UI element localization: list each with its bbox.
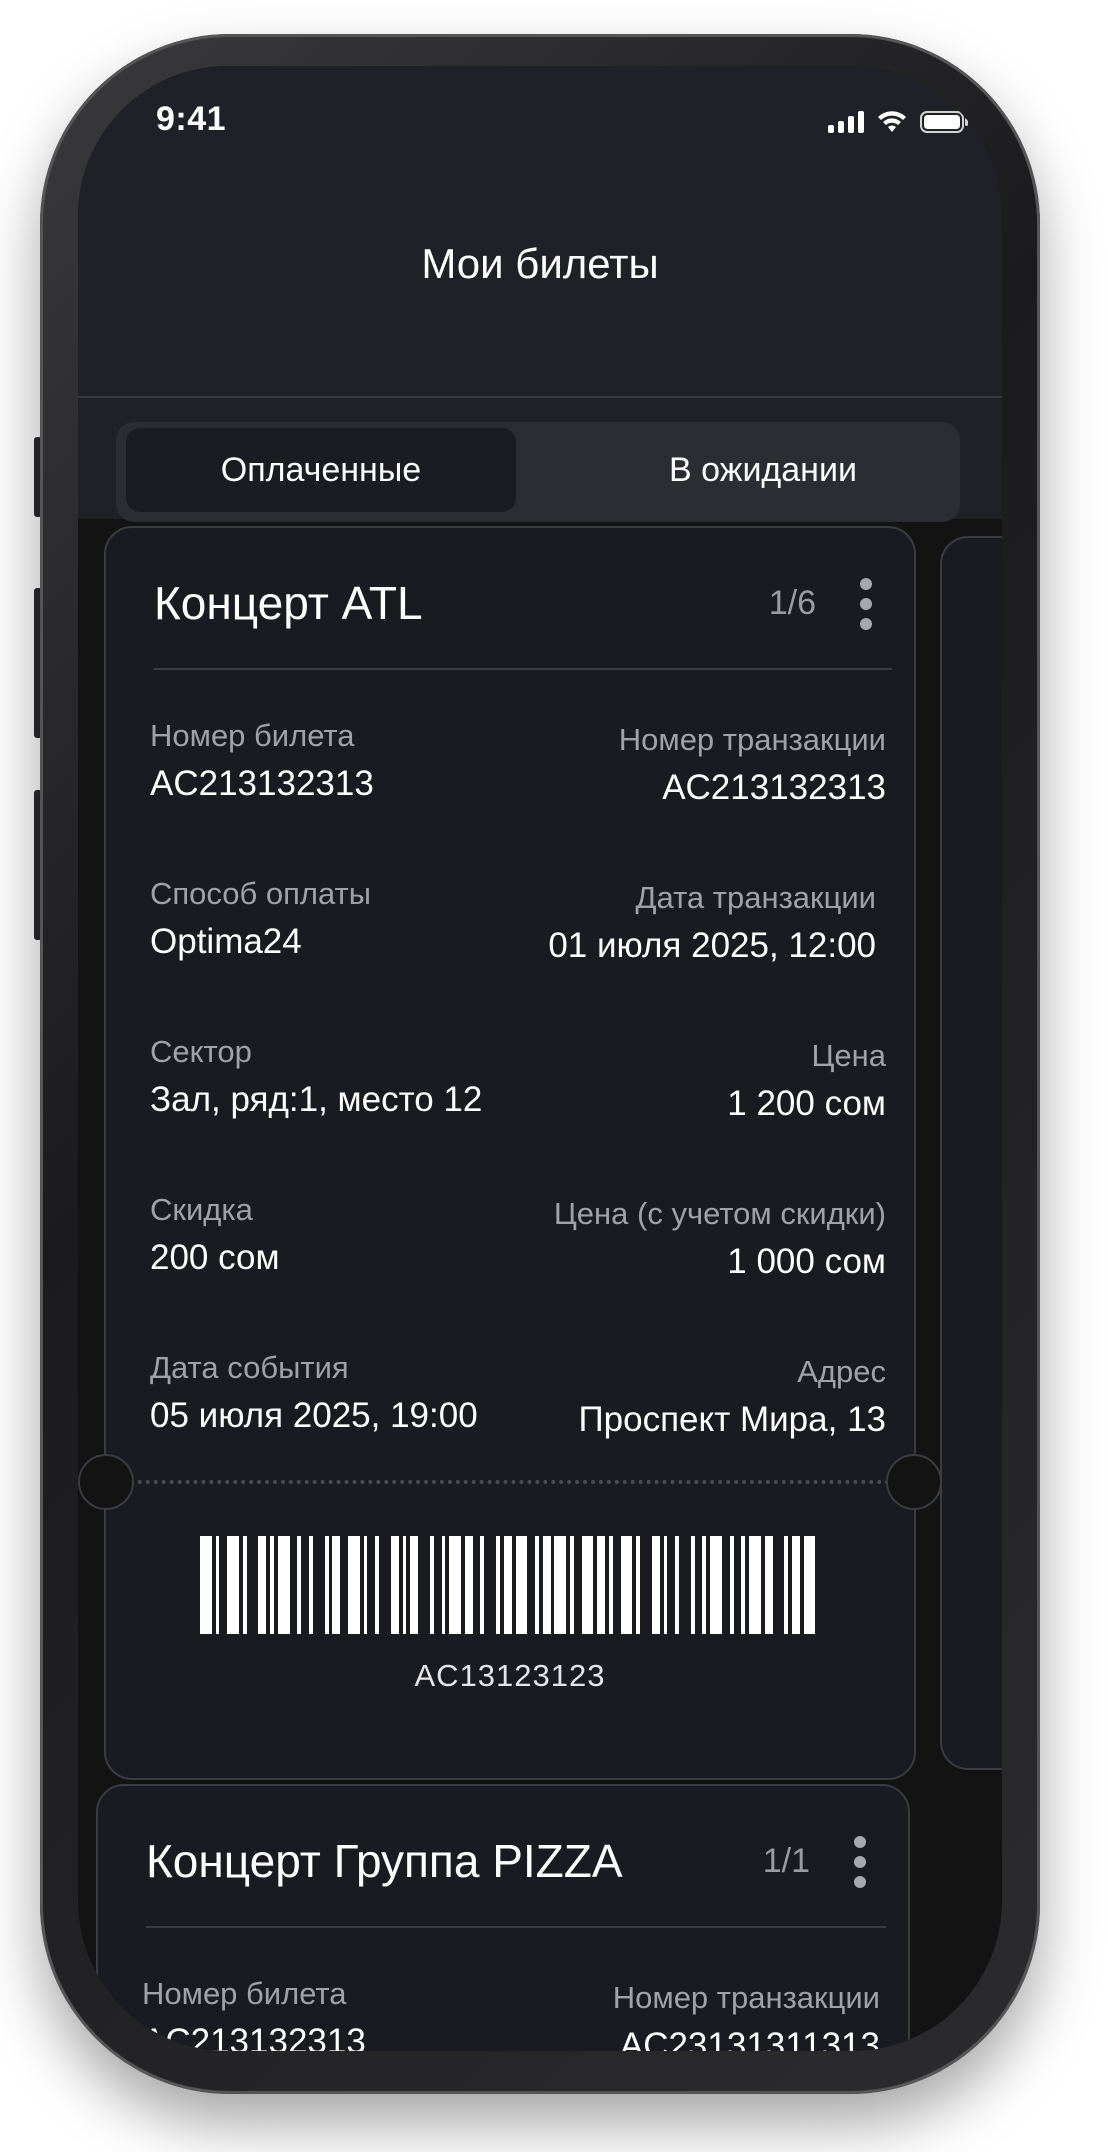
ticket-count: 1/6 [768,584,816,622]
field-value: 1 200 сом [727,1084,886,1123]
status-time: 9:41 [156,100,227,138]
tab-pending[interactable]: В ожидании [568,428,958,512]
field-value: AC213132313 [150,764,374,803]
ticket-title: Концерт ATL [154,577,423,629]
field-label: Способ оплаты [150,876,372,911]
status-bar: 9:41 [78,66,1002,186]
field-value: Зал, ряд:1, место 12 [150,1080,483,1119]
next-ticket-card-peek[interactable] [940,536,1002,1770]
field-label: Номер транзакции [618,722,886,757]
field-value: AC23131311313 [619,2026,880,2051]
ticket-divider [146,1926,886,1928]
more-vertical-icon[interactable] [858,578,874,630]
price-field: Цена 1 200 сом [727,1038,886,1124]
discount-field: Скидка 200 сом [150,1192,280,1278]
header-divider [78,396,1002,398]
more-vertical-icon[interactable] [852,1836,868,1888]
field-value: Optima24 [150,922,302,961]
ticket-notch-left [78,1454,134,1510]
field-label: Номер транзакции [612,1980,880,2015]
field-label: Номер билета [142,1976,347,2011]
ticket-divider [154,668,892,670]
field-label: Адрес [797,1354,886,1389]
barcode-number: AC13123123 [414,1658,606,1693]
ticket-card[interactable]: Концерт Группа PIZZA 1/1 Номер билета AC… [96,1784,910,2051]
field-label: Цена [811,1038,886,1073]
ticket-notch-right [886,1454,942,1510]
field-label: Сектор [150,1034,252,1069]
field-value: AC213132313 [662,768,886,807]
field-value: 1 000 сом [727,1242,886,1281]
field-label: Номер билета [150,718,355,753]
ticket-title: Концерт Группа PIZZA [146,1835,623,1887]
payment-method-field: Способ оплаты Optima24 [150,876,371,962]
screen: 9:41 Мои билеты Оплаченные В ожидании Ко… [78,66,1002,2051]
field-label: Цена (с учетом скидки) [553,1196,886,1231]
sector-field: Сектор Зал, ряд:1, место 12 [150,1034,482,1120]
transaction-number-field: Номер транзакции AC23131311313 [613,1980,880,2051]
ticket-number-field: Номер билета AC213132313 [142,1976,366,2051]
signal-icon [828,111,864,133]
header: Мои билеты [78,186,1002,401]
field-label: Дата транзакции [635,880,876,915]
ticket-count: 1/1 [762,1842,810,1880]
barcode-icon [200,1536,820,1634]
ticket-card[interactable]: Концерт ATL 1/6 Номер билета AC213132313… [78,526,942,1780]
field-value: 200 сом [150,1238,280,1277]
status-icons [828,110,970,134]
tabs-area: Оплаченные В ожидании [78,401,1002,522]
field-value: Проспект Мира, 13 [578,1400,886,1439]
ticket-number-field: Номер билета AC213132313 [150,718,374,804]
field-label: Скидка [150,1192,253,1227]
page-title: Мои билеты [421,240,659,287]
field-label: Дата события [150,1350,349,1385]
wifi-icon [878,111,906,132]
ticket-perforation [106,1480,914,1484]
transaction-date-field: Дата транзакции 01 июля 2025, 12:00 [548,880,876,966]
battery-icon [920,111,968,133]
segmented-control: Оплаченные В ожидании [116,422,960,522]
address-field: Адрес Проспект Мира, 13 [579,1354,886,1440]
transaction-number-field: Номер транзакции AC213132313 [619,722,886,808]
field-value: 01 июля 2025, 12:00 [548,926,876,965]
field-value: 05 июля 2025, 19:00 [150,1396,478,1435]
discounted-price-field: Цена (с учетом скидки) 1 000 сом [554,1196,886,1282]
phone-mockup: 9:41 Мои билеты Оплаченные В ожидании Ко… [0,0,1108,2152]
field-value: AC213132313 [142,2022,366,2051]
tab-paid[interactable]: Оплаченные [126,428,516,512]
event-date-field: Дата события 05 июля 2025, 19:00 [150,1350,478,1436]
